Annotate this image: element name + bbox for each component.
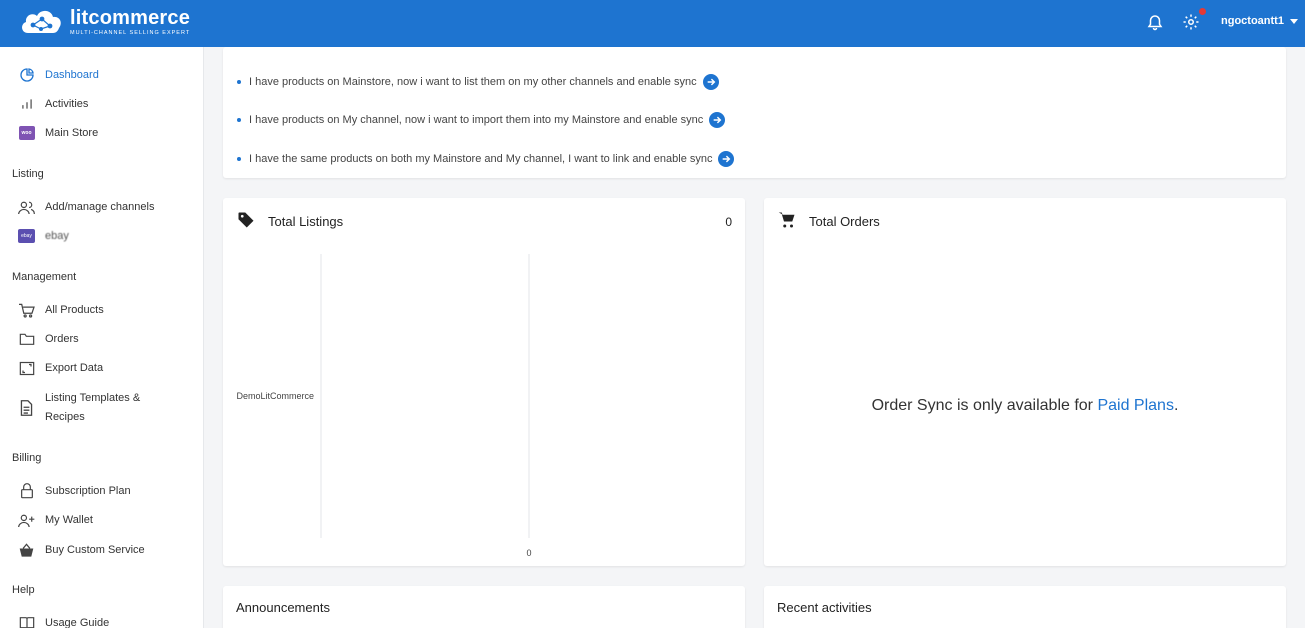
sidebar-item-label-group: Listing Templates & Recipes bbox=[45, 389, 140, 427]
sidebar-item-listing-templates[interactable]: Listing Templates & Recipes bbox=[18, 389, 140, 427]
brand-logo[interactable]: litcommerce MULTI-CHANNEL SELLING EXPERT bbox=[18, 7, 190, 37]
sidebar-item-label: Buy Custom Service bbox=[45, 544, 145, 556]
users-icon bbox=[18, 199, 35, 216]
notification-dot bbox=[1199, 8, 1206, 15]
bullet bbox=[237, 80, 241, 84]
brand-name: litcommerce bbox=[70, 6, 191, 29]
notifications-button[interactable] bbox=[1145, 12, 1165, 32]
arrow-right-icon[interactable] bbox=[718, 151, 735, 167]
section-billing: Billing bbox=[12, 452, 42, 464]
add-user-icon bbox=[18, 512, 35, 529]
arrow-right-icon[interactable] bbox=[702, 74, 719, 90]
sidebar-item-all-products[interactable]: All Products bbox=[18, 301, 104, 319]
card-title: Total Listings bbox=[268, 214, 344, 229]
sidebar-item-my-wallet[interactable]: My Wallet bbox=[18, 511, 93, 529]
total-orders-card: Total Orders Order Sync is only availabl… bbox=[764, 198, 1286, 566]
folder-icon bbox=[18, 331, 35, 348]
sidebar-item-buy-custom-service[interactable]: Buy Custom Service bbox=[18, 541, 145, 559]
listings-count: 0 bbox=[725, 215, 732, 229]
woo-icon: woo bbox=[18, 125, 35, 142]
cart-icon bbox=[18, 302, 35, 319]
document-icon bbox=[18, 399, 35, 416]
sidebar: Dashboard Activities woo Main Store List… bbox=[0, 47, 204, 628]
bar-chart-icon bbox=[18, 96, 35, 113]
gear-icon bbox=[1183, 14, 1199, 30]
sidebar-item-label: ebay bbox=[45, 230, 69, 242]
arrow-right-icon[interactable] bbox=[709, 112, 726, 128]
card-title: Recent activities bbox=[777, 600, 872, 615]
sidebar-item-label: Export Data bbox=[45, 362, 104, 374]
sidebar-item-dashboard[interactable]: Dashboard bbox=[18, 66, 99, 84]
sidebar-item-label: Subscription Plan bbox=[45, 485, 131, 497]
sidebar-item-add-manage-channels[interactable]: Add/manage channels bbox=[18, 198, 154, 216]
sidebar-item-label: All Products bbox=[45, 304, 104, 316]
export-icon bbox=[18, 360, 35, 377]
sidebar-item-label: Listing Templates & bbox=[45, 392, 141, 404]
cart-icon bbox=[778, 212, 795, 228]
recent-activities-card: Recent activities bbox=[764, 586, 1286, 628]
sidebar-item-export-data[interactable]: Export Data bbox=[18, 359, 103, 377]
order-message-suffix: . bbox=[1173, 397, 1179, 414]
sidebar-item-label: Activities bbox=[45, 98, 89, 110]
sidebar-item-label: Main Store bbox=[45, 127, 99, 139]
sidebar-item-label: Dashboard bbox=[45, 69, 99, 81]
sync-guide-card: I have products on Mainstore, now i want… bbox=[223, 47, 1286, 178]
order-message-text: Order Sync is only available for bbox=[871, 397, 1098, 414]
listings-bar-chart: DemoLitCommerce 0 bbox=[236, 254, 532, 558]
sidebar-item-usage-guide[interactable]: Usage Guide bbox=[18, 614, 109, 628]
announcements-card: Announcements bbox=[223, 586, 745, 628]
bullet bbox=[237, 118, 241, 122]
section-listing: Listing bbox=[12, 168, 44, 180]
pie-chart-icon bbox=[18, 67, 35, 84]
chart-category-label: DemoLitCommerce bbox=[236, 391, 314, 401]
sidebar-item-label: Usage Guide bbox=[45, 617, 110, 628]
basket-icon bbox=[18, 542, 35, 559]
sidebar-item-label: Orders bbox=[45, 333, 79, 345]
guide-item-text: I have products on My channel, now i wan… bbox=[249, 114, 704, 126]
guide-item-text: I have the same products on both my Main… bbox=[249, 153, 713, 165]
paid-plans-link[interactable]: Paid Plans bbox=[1097, 397, 1174, 414]
user-name: ngoctoantt1 bbox=[1221, 15, 1284, 27]
section-management: Management bbox=[12, 271, 77, 283]
guide-item[interactable]: I have products on My channel, now i wan… bbox=[237, 112, 726, 128]
tag-icon bbox=[238, 212, 254, 228]
settings-button[interactable] bbox=[1181, 8, 1206, 32]
sidebar-item-activities[interactable]: Activities bbox=[18, 95, 88, 113]
sidebar-item-main-store[interactable]: woo Main Store bbox=[18, 124, 98, 142]
guide-item[interactable]: I have products on Mainstore, now i want… bbox=[237, 74, 719, 90]
ebay-icon: ebay bbox=[18, 228, 35, 245]
caret-down-icon bbox=[1289, 18, 1298, 24]
order-sync-message: Order Sync is only available for Paid Pl… bbox=[764, 397, 1286, 415]
bullet bbox=[237, 157, 241, 161]
section-help: Help bbox=[12, 584, 35, 596]
sidebar-item-orders[interactable]: Orders bbox=[18, 330, 79, 348]
book-icon bbox=[18, 615, 35, 628]
card-title: Total Orders bbox=[809, 214, 880, 229]
card-title: Announcements bbox=[236, 600, 330, 615]
sidebar-item-label: My Wallet bbox=[45, 514, 93, 526]
chart-x-tick-label: 0 bbox=[526, 548, 531, 558]
sidebar-item-label: Add/manage channels bbox=[45, 201, 155, 213]
guide-item[interactable]: I have the same products on both my Main… bbox=[237, 151, 735, 167]
bell-icon bbox=[1147, 15, 1163, 31]
lock-icon bbox=[18, 483, 35, 500]
total-listings-card: Total Listings 0 DemoLitCommerce 0 bbox=[223, 198, 745, 566]
sidebar-item-label-line2: Recipes bbox=[45, 411, 85, 423]
cloud-logo-icon bbox=[22, 10, 61, 33]
guide-item-text: I have products on Mainstore, now i want… bbox=[249, 76, 697, 88]
sidebar-item-ebay[interactable]: ebay ebay bbox=[18, 227, 69, 245]
user-menu[interactable]: ngoctoantt1 bbox=[1221, 15, 1298, 27]
brand-tagline: MULTI-CHANNEL SELLING EXPERT bbox=[70, 29, 191, 36]
sidebar-item-subscription-plan[interactable]: Subscription Plan bbox=[18, 482, 131, 500]
top-bar: litcommerce MULTI-CHANNEL SELLING EXPERT… bbox=[0, 0, 1305, 47]
